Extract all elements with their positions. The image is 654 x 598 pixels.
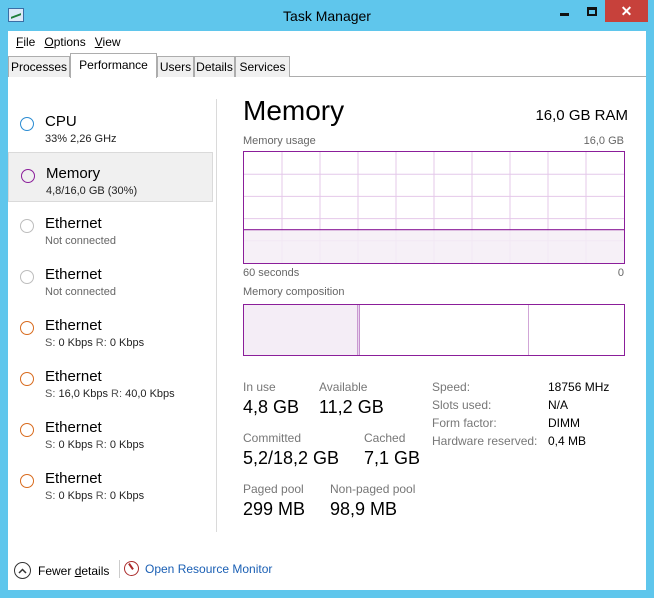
ram-total: 16,0 GB RAM <box>535 107 628 124</box>
sidebar-item-ethernet-2[interactable]: Ethernet Not connected <box>8 203 213 253</box>
usage-chart-label: Memory usage <box>243 135 316 147</box>
status-circle-icon <box>20 219 34 233</box>
sidebar-divider <box>216 99 217 532</box>
status-circle-icon <box>20 321 34 335</box>
sidebar-item-subtitle: Not connected <box>45 286 116 298</box>
menu-bar: File Options View <box>8 31 646 53</box>
memory-panel: Memory 16,0 GB RAM Memory usage 16,0 GB … <box>243 77 628 532</box>
slots-label: Slots used: <box>432 398 492 412</box>
status-circle-icon <box>20 270 34 284</box>
sidebar-item-ethernet-4[interactable]: Ethernet S: 0 Kbps R: 0 Kbps <box>8 305 213 355</box>
tab-performance[interactable]: Performance <box>70 53 157 78</box>
hardware-reserved-label: Hardware reserved: <box>432 434 538 448</box>
composition-standby <box>359 305 529 355</box>
footer-divider <box>119 560 120 578</box>
composition-free <box>528 305 624 355</box>
task-manager-window: Task Manager ✕ File Options View Process… <box>0 0 654 598</box>
sidebar-item-subtitle: 4,8/16,0 GB (30%) <box>46 185 138 197</box>
sidebar-item-title: Ethernet <box>45 368 102 385</box>
tab-processes[interactable]: Processes <box>8 56 70 77</box>
open-resource-monitor-label: Open Resource Monitor <box>145 561 273 576</box>
sidebar-item-title: Ethernet <box>45 419 102 436</box>
in-use-label: In use <box>243 380 276 394</box>
minimize-button[interactable] <box>551 0 578 22</box>
maximize-button[interactable] <box>578 0 605 22</box>
title-bar[interactable]: Task Manager ✕ <box>0 0 654 31</box>
performance-content: CPU 33% 2,26 GHz Memory 4,8/16,0 GB (30%) Et… <box>8 77 646 590</box>
speed-label: Speed: <box>432 380 471 394</box>
sidebar-item-title: Ethernet <box>45 215 102 232</box>
memory-usage-chart <box>243 151 625 264</box>
committed-value: 5,2/18,2 GB <box>243 448 340 468</box>
tab-services[interactable]: Services <box>235 56 290 77</box>
non-paged-pool-label: Non-paged pool <box>330 482 416 496</box>
sidebar-item-title: Ethernet <box>45 266 102 283</box>
sidebar-item-ethernet-7[interactable]: Ethernet S: 0 Kbps R: 0 Kbps <box>8 458 213 508</box>
status-circle-icon <box>21 169 35 183</box>
sidebar-item-ethernet-3[interactable]: Ethernet Not connected <box>8 254 213 304</box>
sidebar-item-memory-1[interactable]: Memory 4,8/16,0 GB (30%) <box>8 152 213 202</box>
sidebar-item-ethernet-5[interactable]: Ethernet S: 16,0 Kbps R: 40,0 Kbps <box>8 356 213 406</box>
status-circle-icon <box>20 423 34 437</box>
paged-pool-value: 299 MB <box>243 499 306 519</box>
chevron-up-icon <box>14 562 31 579</box>
open-resource-monitor-link[interactable]: Open Resource Monitor <box>124 561 272 576</box>
in-use-value: 4,8 GB <box>243 397 300 417</box>
usage-chart-time: 60 seconds <box>243 267 300 279</box>
usage-chart-max: 16,0 GB <box>583 135 624 147</box>
sidebar-item-title: CPU <box>45 113 77 130</box>
form-factor-value: DIMM <box>548 416 580 430</box>
menu-options[interactable]: Options <box>40 31 90 53</box>
sidebar-item-cpu-0[interactable]: CPU 33% 2,26 GHz <box>8 101 213 151</box>
usage-chart-zero: 0 <box>617 267 624 279</box>
sidebar-item-subtitle: S: 16,0 Kbps R: 40,0 Kbps <box>45 388 175 400</box>
memory-composition-chart <box>243 304 625 356</box>
sidebar-item-ethernet-6[interactable]: Ethernet S: 0 Kbps R: 0 Kbps <box>8 407 213 457</box>
sidebar-item-subtitle: 33% 2,26 GHz <box>45 133 117 145</box>
status-circle-icon <box>20 474 34 488</box>
committed-label: Committed <box>243 431 302 445</box>
slots-value: N/A <box>548 398 569 412</box>
available-label: Available <box>319 380 368 394</box>
sidebar-item-subtitle: S: 0 Kbps R: 0 Kbps <box>45 439 145 451</box>
status-circle-icon <box>20 372 34 386</box>
non-paged-pool-value: 98,9 MB <box>330 499 398 519</box>
close-button[interactable]: ✕ <box>605 0 648 22</box>
menu-view[interactable]: View <box>91 31 126 53</box>
resource-monitor-icon <box>124 561 139 576</box>
maximize-icon <box>586 6 597 16</box>
speed-value: 18756 MHz <box>548 380 610 394</box>
form-factor-label: Form factor: <box>432 416 497 430</box>
cached-value: 7,1 GB <box>364 448 421 468</box>
client-area: File Options View Processes Performance … <box>8 31 646 590</box>
paged-pool-label: Paged pool <box>243 482 304 496</box>
sidebar-item-subtitle: S: 0 Kbps R: 0 Kbps <box>45 337 145 349</box>
sidebar-item-title: Memory <box>46 165 101 182</box>
sidebar-item-subtitle: S: 0 Kbps R: 0 Kbps <box>45 490 145 502</box>
tab-strip: Processes Performance Users Details Serv… <box>8 53 646 78</box>
fewer-details-button[interactable]: Fewer details <box>14 562 109 579</box>
memory-usage-area <box>244 229 624 263</box>
sidebar-item-title: Ethernet <box>45 317 102 334</box>
sidebar-item-subtitle: Not connected <box>45 235 116 247</box>
tab-users[interactable]: Users <box>157 56 194 77</box>
menu-file[interactable]: File <box>12 31 40 53</box>
page-title: Memory <box>243 95 345 126</box>
composition-label: Memory composition <box>243 286 345 298</box>
tab-details[interactable]: Details <box>194 56 235 77</box>
sidebar-item-title: Ethernet <box>45 470 102 487</box>
available-value: 11,2 GB <box>319 397 384 417</box>
composition-in-use <box>244 305 358 355</box>
footer-bar: Fewer details Open Resource Monitor <box>8 546 646 590</box>
status-circle-icon <box>20 117 34 131</box>
hardware-reserved-value: 0,4 MB <box>548 434 587 448</box>
close-icon: ✕ <box>620 3 633 19</box>
minimize-icon <box>560 13 569 16</box>
resource-sidebar: CPU 33% 2,26 GHz Memory 4,8/16,0 GB (30%) Et… <box>8 77 217 532</box>
cached-label: Cached <box>364 431 406 445</box>
fewer-details-label: Fewer details <box>38 563 110 578</box>
